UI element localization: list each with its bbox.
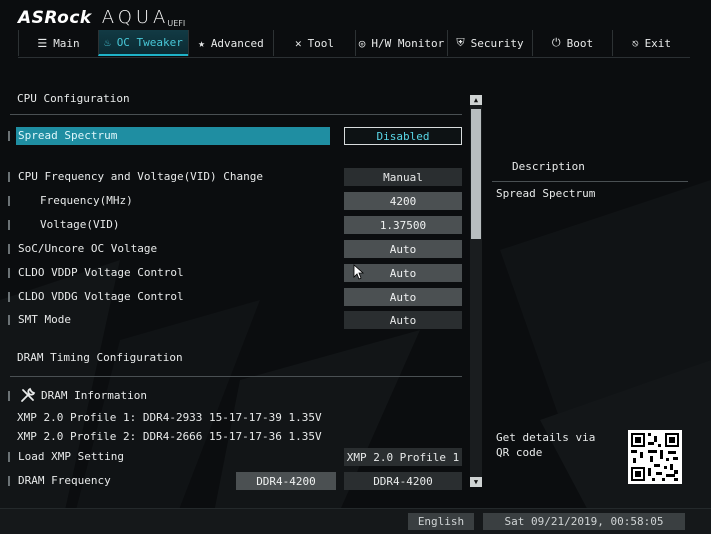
- tab-oc-tweaker[interactable]: ♨ OC Tweaker: [98, 30, 188, 56]
- dram-information[interactable]: DRAM Information: [8, 387, 464, 405]
- setting-spread-spectrum[interactable]: Spread Spectrum Disabled: [8, 127, 464, 145]
- setting-label: CPU Frequency and Voltage(VID) Change: [18, 170, 264, 183]
- setting-label: CLDO VDDG Voltage Control: [18, 290, 184, 303]
- setting-smt-mode[interactable]: SMT Mode Auto: [8, 311, 464, 329]
- setting-label: SoC/Uncore OC Voltage: [18, 242, 158, 255]
- setting-label: CLDO VDDP Voltage Control: [18, 266, 184, 279]
- monitor-icon: ◎: [358, 36, 366, 50]
- tab-label: Tool: [307, 36, 335, 50]
- scroll-up-icon[interactable]: ▲: [470, 95, 482, 105]
- cldo-vddg-value[interactable]: Auto: [344, 288, 462, 306]
- tab-label: OC Tweaker: [116, 35, 183, 49]
- date-time-display: Sat 09/21/2019, 00:58:05: [483, 513, 685, 530]
- frequency-value[interactable]: 4200: [344, 192, 462, 210]
- qr-caption: Get details via QR code: [496, 431, 596, 459]
- section-divider: [10, 376, 462, 377]
- main-tabs: ☰ Main ♨ OC Tweaker ★ Advanced ✕ Tool ◎ …: [18, 30, 690, 58]
- flame-icon: ♨: [104, 35, 111, 49]
- row-marker: [8, 172, 10, 182]
- setting-soc-uncore[interactable]: SoC/Uncore OC Voltage Auto: [8, 240, 464, 258]
- setting-cldo-vddg[interactable]: CLDO VDDG Voltage Control Auto: [8, 288, 464, 306]
- power-icon: ⏻: [551, 36, 561, 49]
- setting-label: Load XMP Setting: [18, 450, 124, 463]
- setting-cldo-vddp[interactable]: CLDO VDDP Voltage Control Auto: [8, 264, 464, 282]
- brand-name: ASRock: [18, 8, 92, 28]
- tab-divider: [18, 57, 690, 58]
- row-marker: [8, 131, 10, 141]
- setting-voltage[interactable]: Voltage(VID) 1.37500: [8, 216, 464, 234]
- row-marker: [8, 268, 10, 278]
- setting-label: Frequency(MHz): [40, 194, 133, 207]
- row-marker: [8, 476, 10, 486]
- row-marker: [8, 391, 10, 401]
- load-xmp-value[interactable]: XMP 2.0 Profile 1: [344, 448, 462, 466]
- scrollbar-thumb[interactable]: [471, 109, 481, 239]
- spread-spectrum-value[interactable]: Disabled: [344, 127, 462, 145]
- tab-exit[interactable]: ⎋ Exit: [612, 30, 690, 56]
- cpu-freq-voltage-value[interactable]: Manual: [344, 168, 462, 186]
- product-name: AQUA: [101, 7, 170, 28]
- tab-advanced[interactable]: ★ Advanced: [188, 30, 273, 56]
- product-sub: UEFI: [167, 19, 186, 28]
- xmp-profile-1-info: XMP 2.0 Profile 1: DDR4-2933 15-17-17-39…: [17, 411, 322, 424]
- tab-hw-monitor[interactable]: ◎ H/W Monitor: [355, 30, 447, 56]
- setting-load-xmp[interactable]: Load XMP Setting XMP 2.0 Profile 1: [8, 448, 464, 466]
- tab-boot[interactable]: ⏻ Boot: [532, 30, 612, 56]
- smt-mode-value[interactable]: Auto: [344, 311, 462, 329]
- language-button[interactable]: English: [408, 513, 474, 530]
- description-divider: [492, 181, 688, 182]
- scrollbar[interactable]: ▲ ▼: [470, 95, 482, 487]
- exit-icon: ⎋: [631, 36, 639, 50]
- scroll-down-icon[interactable]: ▼: [470, 477, 482, 487]
- star-icon: ★: [198, 36, 205, 50]
- setting-label: Spread Spectrum: [18, 129, 118, 142]
- brand-logo: ASRock AQUA UEFI: [18, 6, 185, 28]
- soc-uncore-value[interactable]: Auto: [344, 240, 462, 258]
- tab-label: Advanced: [210, 36, 264, 50]
- description-title: Description: [512, 160, 585, 173]
- tab-security[interactable]: ⛨ Security: [447, 30, 532, 56]
- row-marker: [8, 220, 10, 230]
- dram-frequency-value[interactable]: DDR4-4200: [344, 472, 462, 490]
- tab-label: Exit: [644, 36, 672, 50]
- setting-frequency[interactable]: Frequency(MHz) 4200: [8, 192, 464, 210]
- setting-dram-frequency[interactable]: DRAM Frequency DDR4-4200 DDR4-4200: [8, 472, 464, 490]
- mouse-cursor-icon: [353, 264, 365, 280]
- row-marker: [8, 292, 10, 302]
- voltage-value[interactable]: 1.37500: [344, 216, 462, 234]
- settings-panel: CPU Configuration Spread Spectrum Disabl…: [0, 60, 711, 508]
- row-marker: [8, 315, 10, 325]
- tab-label: Security: [470, 36, 524, 50]
- status-bar: English Sat 09/21/2019, 00:58:05: [0, 508, 711, 534]
- list-icon: ☰: [37, 36, 48, 50]
- setting-label: DRAM Frequency: [18, 474, 111, 487]
- dram-frequency-current: DDR4-4200: [236, 472, 336, 490]
- tools-icon: ✕: [294, 36, 302, 50]
- setting-label: DRAM Information: [41, 389, 147, 402]
- setting-label: Voltage(VID): [40, 218, 120, 231]
- row-marker: [8, 196, 10, 206]
- setting-label: SMT Mode: [18, 313, 71, 326]
- qr-code: [628, 430, 682, 484]
- top-bar: ASRock AQUA UEFI ☰ Main ♨ OC Tweaker ★ A…: [0, 0, 711, 60]
- row-marker: [8, 244, 10, 254]
- tab-tool[interactable]: ✕ Tool: [273, 30, 355, 56]
- tab-label: Boot: [566, 36, 594, 50]
- setting-cpu-freq-voltage[interactable]: CPU Frequency and Voltage(VID) Change Ma…: [8, 168, 464, 186]
- wrench-icon: [21, 387, 36, 402]
- section-divider: [10, 114, 462, 115]
- tab-label: H/W Monitor: [371, 36, 445, 50]
- section-title-dram: DRAM Timing Configuration: [17, 351, 183, 364]
- description-text: Spread Spectrum: [496, 187, 596, 200]
- xmp-profile-2-info: XMP 2.0 Profile 2: DDR4-2666 15-17-17-36…: [17, 430, 322, 443]
- row-marker: [8, 452, 10, 462]
- shield-icon: ⛨: [456, 36, 465, 49]
- section-title-cpu: CPU Configuration: [17, 92, 130, 105]
- tab-main[interactable]: ☰ Main: [18, 30, 98, 56]
- tab-label: Main: [53, 36, 80, 50]
